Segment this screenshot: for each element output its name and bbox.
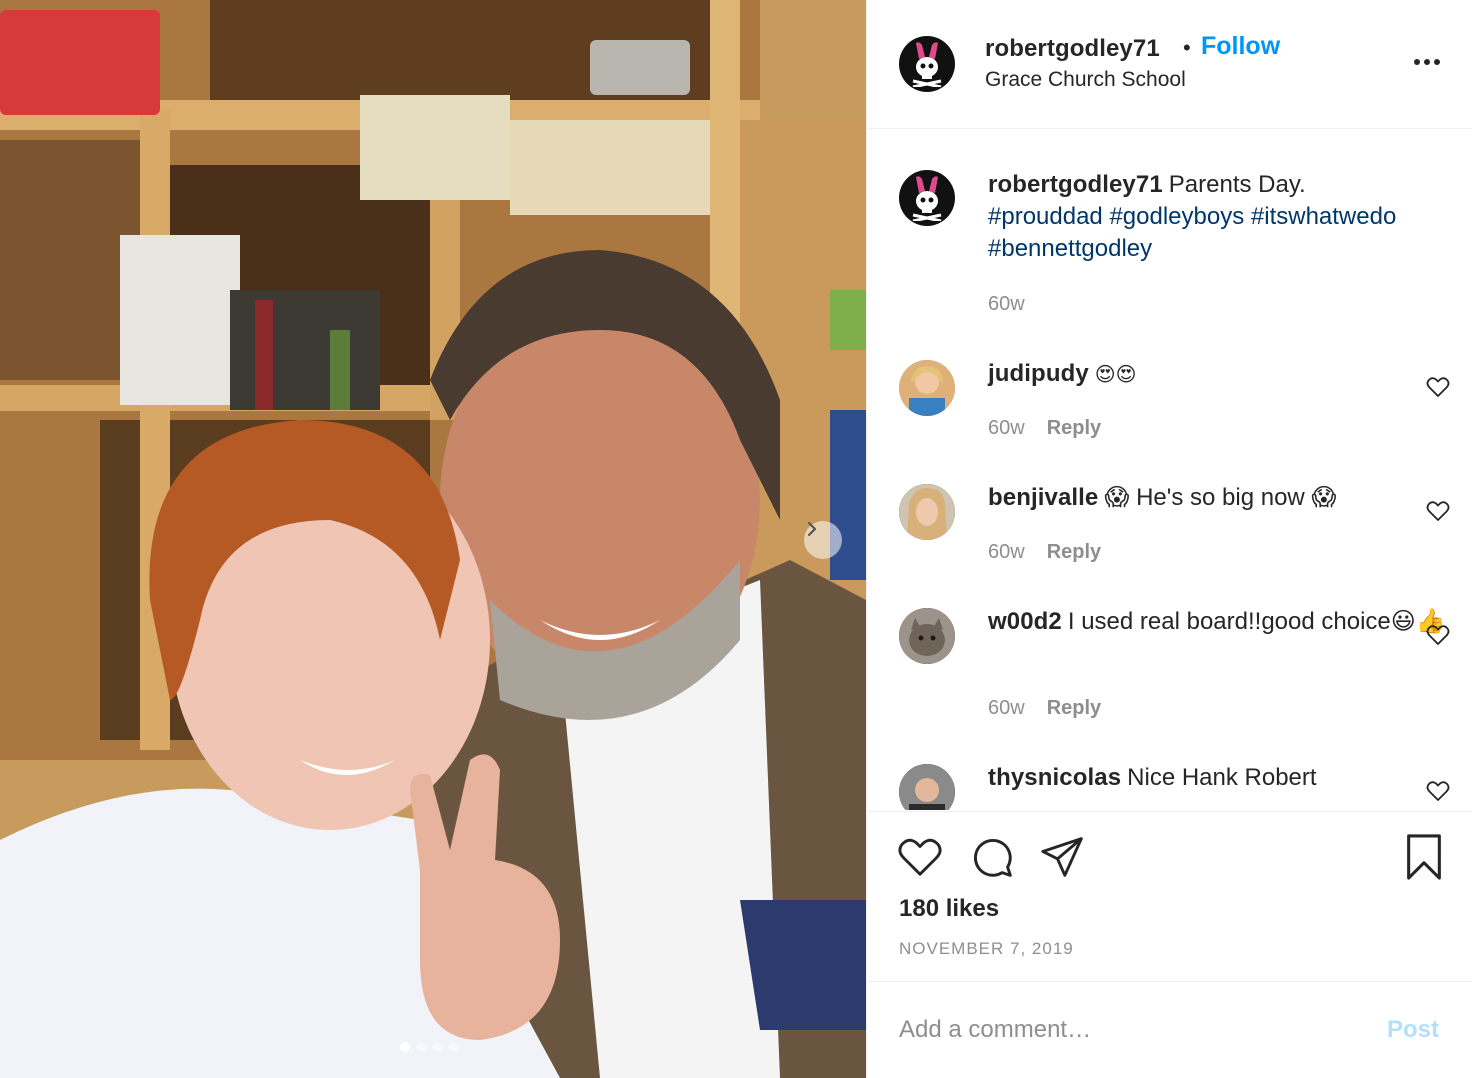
follow-button[interactable]: Follow [1201,32,1280,61]
comment-age[interactable]: 60w [988,541,1025,563]
hashtag-link[interactable]: #godleyboys [1109,203,1244,230]
location-link[interactable]: Grace Church School [985,68,1186,92]
carousel-dot [416,1042,426,1052]
add-comment-bar: Post [867,981,1472,1078]
comments-list[interactable]: robertgodley71 Parents Day. #prouddad #go… [867,130,1472,810]
post-header: robertgodley71 • Follow Grace Church Sch… [867,0,1472,129]
caption-username[interactable]: robertgodley71 [988,171,1163,198]
like-comment-button[interactable] [1426,624,1450,651]
post-comment-button[interactable]: Post [1387,1016,1439,1044]
commenter-avatar[interactable] [899,764,955,810]
carousel-indicator [400,1042,458,1052]
more-icon [1414,59,1440,65]
comment-button[interactable] [970,835,1014,884]
avatar-photo [899,484,955,540]
author-username[interactable]: robertgodley71 [985,35,1160,63]
photo-image [0,0,866,1078]
bookmark-icon [1407,834,1441,880]
avatar-photo [899,608,955,664]
heart-icon [1426,377,1450,397]
comment-meta: 60w Reply [988,417,1101,440]
reply-button[interactable]: Reply [1047,697,1101,719]
comment-text: judipudy 😍😍 [988,358,1458,390]
comment-username[interactable]: judipudy [988,360,1089,387]
reply-button[interactable]: Reply [1047,541,1101,563]
share-button[interactable] [1041,836,1085,883]
post-photo[interactable] [0,0,866,1078]
heart-icon [1426,501,1450,521]
comment-icon [973,838,1012,877]
comment-text: benjivalle 😱 He's so big now 😱 [988,482,1458,514]
comment-age[interactable]: 60w [988,697,1025,719]
post-actions: 180 likes NOVEMBER 7, 2019 [867,811,1472,981]
comment-meta: 60w Reply [988,697,1101,720]
save-button[interactable] [1404,834,1444,885]
carousel-dot [448,1042,458,1052]
comment-age[interactable]: 60w [988,417,1025,439]
carousel-dot [400,1042,410,1052]
comment-username[interactable]: w00d2 [988,608,1062,635]
hashtag-link[interactable]: #bennettgodley [988,235,1152,262]
heart-icon [1426,625,1450,645]
comment-body: 😍😍 [1094,362,1137,386]
carousel-dot [432,1042,442,1052]
like-comment-button[interactable] [1426,500,1450,527]
comment-text: w00d2 I used real board!!good choice😃👍 [988,606,1458,638]
like-comment-button[interactable] [1426,780,1450,807]
caption-meta: 60w [988,293,1025,316]
author-avatar[interactable] [899,170,955,226]
comment-username[interactable]: benjivalle [988,484,1098,511]
hashtag-link[interactable]: #itswhatwedo [1251,203,1396,230]
chevron-right-icon [807,521,817,537]
post-date[interactable]: NOVEMBER 7, 2019 [899,939,1074,959]
avatar-photo [899,764,955,810]
comment-meta: 60w Reply [988,541,1101,564]
likes-count[interactable]: 180 likes [899,895,999,923]
caption-age[interactable]: 60w [988,293,1025,315]
commenter-avatar[interactable] [899,360,955,416]
bunny-skull-icon [912,42,942,87]
commenter-avatar[interactable] [899,484,955,540]
avatar-photo [899,360,955,416]
comment-body: I used real board!!good choice😃👍 [1067,608,1446,635]
carousel-next-button[interactable] [804,521,842,559]
comment-body: 😱 He's so big now 😱 [1104,484,1337,511]
bunny-skull-icon [912,176,942,221]
more-options-button[interactable] [1413,54,1441,72]
like-comment-button[interactable] [1426,376,1450,403]
reply-button[interactable]: Reply [1047,417,1101,439]
caption-body: Parents Day. [1168,171,1306,198]
comment-input[interactable] [899,1012,1359,1048]
heart-icon [1426,781,1450,801]
caption-text: robertgodley71 Parents Day. #prouddad #go… [988,169,1458,265]
comment-username[interactable]: thysnicolas [988,764,1121,791]
hashtag-link[interactable]: #prouddad [988,203,1103,230]
heart-icon [898,838,942,876]
separator-dot: • [1183,35,1191,60]
share-icon [1041,837,1083,877]
author-avatar[interactable] [899,36,955,92]
like-button[interactable] [897,836,943,883]
comment-body: Nice Hank Robert [1127,764,1317,791]
commenter-avatar[interactable] [899,608,955,664]
post-sidebar: robertgodley71 • Follow Grace Church Sch… [866,0,1472,1078]
comment-text: thysnicolas Nice Hank Robert [988,762,1458,794]
